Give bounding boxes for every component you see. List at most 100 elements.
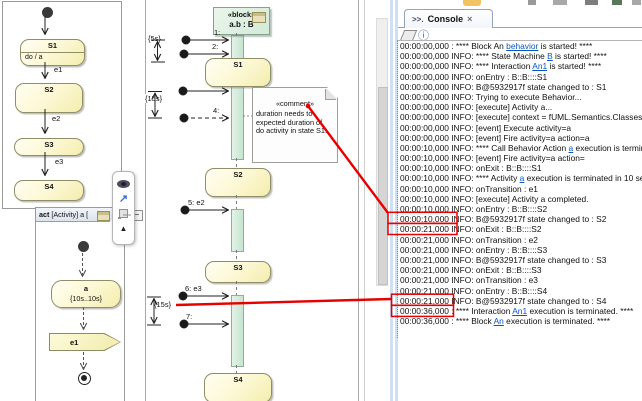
truncated-toolbar-icon-2[interactable] xyxy=(553,0,567,5)
console-text: execution is terminated. **** xyxy=(527,306,633,316)
console-text: 00:00:00,000 INFO: B@5932917f state chan… xyxy=(400,82,606,92)
console-text: execution is terminated in 10 seconds xyxy=(524,173,642,183)
send-signal-label: e1 xyxy=(70,338,78,347)
frame-collapse-glyph: − xyxy=(135,210,140,219)
message-2-label[interactable]: 2: xyxy=(212,42,218,51)
truncated-toolbar-icon-4[interactable] xyxy=(612,0,622,5)
message-7-label[interactable]: 7: xyxy=(186,312,192,321)
console-log-line: 00:00:36,000 : **** Block An execution i… xyxy=(400,316,642,326)
transition-label-e2[interactable]: e2 xyxy=(52,114,60,123)
duration-arrows[interactable] xyxy=(147,40,165,325)
activation-bar-1[interactable] xyxy=(231,35,244,160)
sequence-pane-right-border xyxy=(358,0,359,401)
message-1-label[interactable]: 1: xyxy=(214,28,220,37)
console-text: 00:00:10,000 INFO: [event] Fire activity… xyxy=(400,153,585,163)
console-link[interactable]: An1 xyxy=(532,61,547,71)
comment-text: duration needs to expected duration of d… xyxy=(253,108,332,136)
console-link[interactable]: An1 xyxy=(512,306,527,316)
lifeline-head[interactable]: «block» a.b : B xyxy=(213,7,270,35)
state-s1[interactable]: S1 do / a xyxy=(20,39,85,66)
console-text: 00:00:21,000 INFO: onTransition : e2 xyxy=(400,235,538,245)
truncated-toolbar-icon-orange[interactable] xyxy=(463,0,481,6)
state-s4-name: S4 xyxy=(15,181,83,193)
console-log-line: 00:00:21,000 INFO: onTransition : e2 xyxy=(400,235,642,245)
message-5-label[interactable]: 5: e2 xyxy=(188,198,205,207)
state-s4[interactable]: S4 xyxy=(14,180,84,201)
console-text: 00:00:21,000 INFO: onEntry : B::B::::S3 xyxy=(400,245,547,255)
console-log-line: 00:00:10,000 INFO: **** Call Behavior Ac… xyxy=(400,143,642,153)
collapse-triangle-glyph: ▲ xyxy=(120,224,128,233)
zoom-mode-icon[interactable] xyxy=(113,206,134,221)
floating-diagram-toolbar[interactable]: ↗ ▲ xyxy=(112,171,135,245)
truncated-toolbar-icon-3[interactable] xyxy=(585,0,598,5)
tab-console[interactable]: >>. Console × xyxy=(404,9,493,28)
panel-splitter[interactable] xyxy=(364,0,365,401)
message-6-label[interactable]: 6: e3 xyxy=(185,284,202,293)
console-log-line: 00:00:00,000 INFO: [execute] context = f… xyxy=(400,112,642,122)
console-link[interactable]: behavior xyxy=(506,41,538,51)
action-a-name: a xyxy=(52,281,120,294)
transition-label-e3[interactable]: e3 xyxy=(55,157,63,166)
vertical-scrollbar-track[interactable] xyxy=(376,18,388,286)
activation-bar-3[interactable] xyxy=(231,295,244,367)
console-log-line: 00:00:21,000 INFO: onExit : B::B::::S2 xyxy=(400,224,642,234)
console-log-line: 00:00:00,000 INFO: [event] Fire activity… xyxy=(400,133,642,143)
eye-icon[interactable] xyxy=(113,176,134,191)
activity-frame-header[interactable]: act [Activity] a [ xyxy=(36,208,116,222)
activation-bar-2[interactable] xyxy=(231,209,244,252)
state-invariant-s2[interactable]: S2 xyxy=(205,168,271,197)
zoom-mode-glyph xyxy=(119,209,128,218)
dock-chevron-icon[interactable]: >>. xyxy=(412,15,424,24)
duration-constraint-15s-1[interactable]: {15s} xyxy=(144,94,163,103)
diagonal-arrow-icon[interactable]: ↗ xyxy=(113,191,134,206)
vertical-scrollbar-thumb[interactable] xyxy=(378,87,388,285)
console-text: is started! **** xyxy=(553,51,607,61)
state-s1-do-activity: do / a xyxy=(21,53,84,61)
state-invariant-s2-label: S2 xyxy=(206,169,270,181)
console-text: 00:00:10,000 INFO: onExit : B::B::::S1 xyxy=(400,163,542,173)
message-6-found-dot xyxy=(179,292,187,300)
console-log[interactable]: 00:00:00,000 : **** Block An behavior is… xyxy=(397,40,642,338)
message-3-found-dot xyxy=(179,87,187,95)
activity-final-node[interactable] xyxy=(78,372,91,385)
message-1-found-dot xyxy=(182,36,190,44)
action-a[interactable]: a {10s..10s} xyxy=(51,280,121,308)
state-s3[interactable]: S3 xyxy=(14,138,84,156)
duration-constraint-15s-2[interactable]: {15s} xyxy=(153,300,172,309)
console-log-line: 00:00:00,000 INFO: Trying to execute Beh… xyxy=(400,92,642,102)
console-text: 00:00:36,000 : **** Interaction xyxy=(400,306,512,316)
truncated-toolbar-icon-5[interactable] xyxy=(632,0,641,5)
message-4-label[interactable]: 4: xyxy=(213,106,219,115)
initial-node[interactable] xyxy=(42,7,53,18)
message-7-found-dot xyxy=(180,320,188,328)
console-log-line: 00:00:00,000 INFO: onEntry : B::B::::S1 xyxy=(400,72,642,82)
state-invariant-s4-label: S4 xyxy=(205,374,271,386)
truncated-toolbar-icon-1[interactable] xyxy=(528,0,536,5)
console-log-line: 00:00:21,000 INFO: B@5932917f state chan… xyxy=(400,255,642,265)
console-link[interactable]: An xyxy=(494,316,504,326)
activity-diagram-icon xyxy=(97,211,110,221)
state-s2[interactable]: S2 xyxy=(15,83,83,113)
state-invariant-s3[interactable]: S3 xyxy=(205,261,271,283)
state-invariant-s4[interactable]: S4 xyxy=(204,373,272,401)
console-text: 00:00:00,000 INFO: **** Interaction xyxy=(400,61,532,71)
console-text: 00:00:21,000 INFO: B@5932917f state chan… xyxy=(400,296,606,306)
activity-initial-node[interactable] xyxy=(78,241,89,252)
console-text: 00:00:21,000 INFO: onExit : B::B::::S3 xyxy=(400,265,542,275)
message-4-found-dot xyxy=(180,114,188,122)
console-log-line: 00:00:21,000 INFO: onTransition : e3 xyxy=(400,275,642,285)
state-s2-name: S2 xyxy=(16,84,82,96)
console-text: 00:00:10,000 INFO: onEntry : B::B::::S2 xyxy=(400,204,547,214)
console-text: 00:00:21,000 INFO: onEntry : B::B::::S4 xyxy=(400,286,547,296)
duration-constraint-5s[interactable]: {5s} xyxy=(147,34,162,43)
state-invariant-s1[interactable]: S1 xyxy=(205,58,271,87)
comment-note[interactable]: «comment» duration needs to expected dur… xyxy=(252,87,338,163)
tab-close-icon[interactable]: × xyxy=(467,14,472,24)
transition-label-e1[interactable]: e1 xyxy=(54,65,62,74)
console-log-line: 00:00:00,000 INFO: B@5932917f state chan… xyxy=(400,82,642,92)
console-text: 00:00:00,000 INFO: [event] Execute activ… xyxy=(400,123,571,133)
collapse-triangle-icon[interactable]: ▲ xyxy=(113,221,134,236)
application-workspace: S1 do / a S2 S3 S4 e1 e2 e3 act [Activit… xyxy=(0,0,642,401)
state-machine-diagram-pane[interactable]: S1 do / a S2 S3 S4 e1 e2 e3 xyxy=(2,1,122,209)
console-text: 00:00:00,000 INFO: **** State Machine xyxy=(400,51,547,61)
